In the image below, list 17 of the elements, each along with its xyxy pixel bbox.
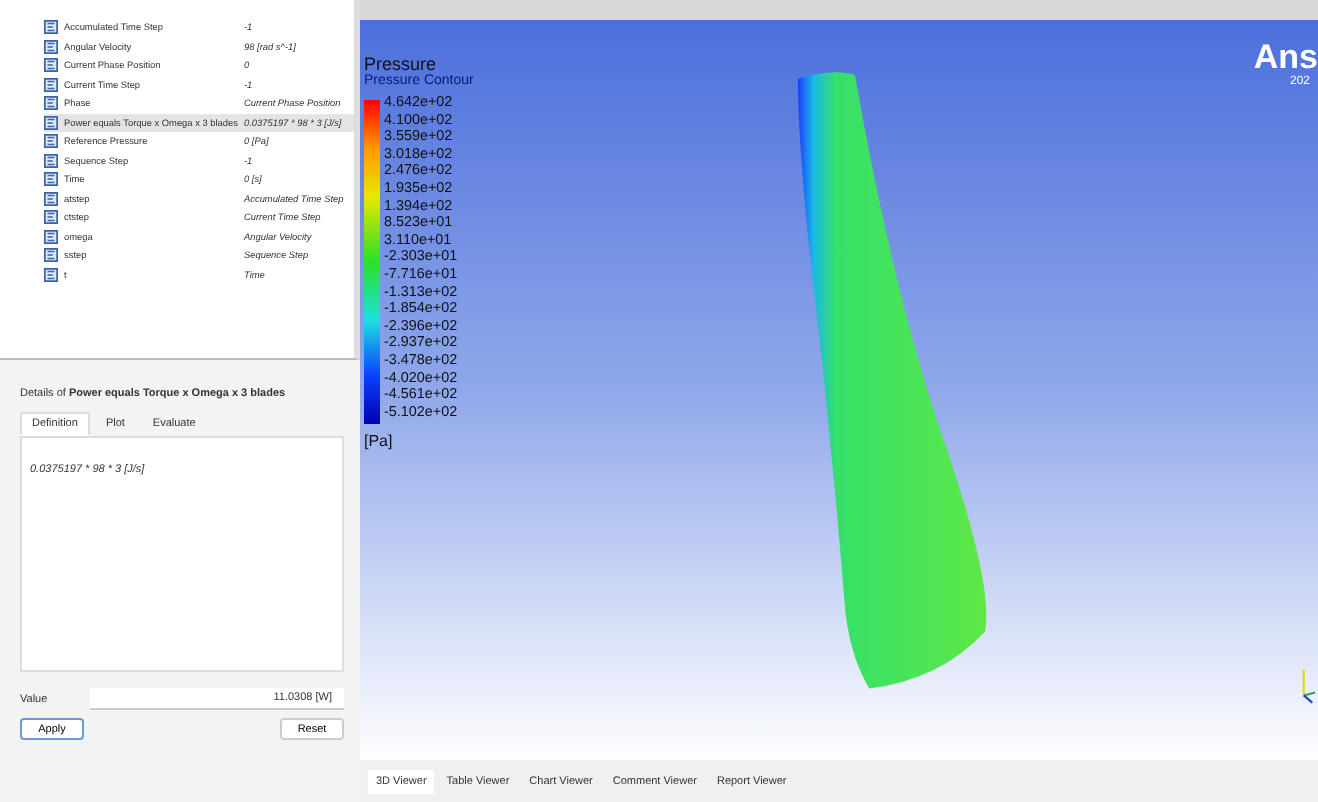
expression-icon bbox=[44, 191, 58, 206]
expression-icon bbox=[44, 172, 58, 187]
expression-icon bbox=[44, 229, 58, 244]
expression-icon bbox=[44, 210, 58, 225]
expression-icon bbox=[44, 58, 58, 73]
expression-icon bbox=[44, 248, 58, 263]
expression-icon bbox=[44, 134, 58, 149]
logo-text: Ans bbox=[1253, 40, 1318, 76]
legend-title: Pressure bbox=[364, 54, 439, 74]
expression-icon bbox=[44, 115, 58, 130]
legend-unit: [Pa] bbox=[364, 432, 395, 450]
expression-icon bbox=[44, 267, 58, 282]
expression-icon bbox=[44, 20, 58, 35]
expression-icon bbox=[44, 39, 58, 54]
expression-icon bbox=[44, 153, 58, 168]
expression-icon bbox=[44, 96, 58, 111]
expression-icon bbox=[44, 77, 58, 92]
